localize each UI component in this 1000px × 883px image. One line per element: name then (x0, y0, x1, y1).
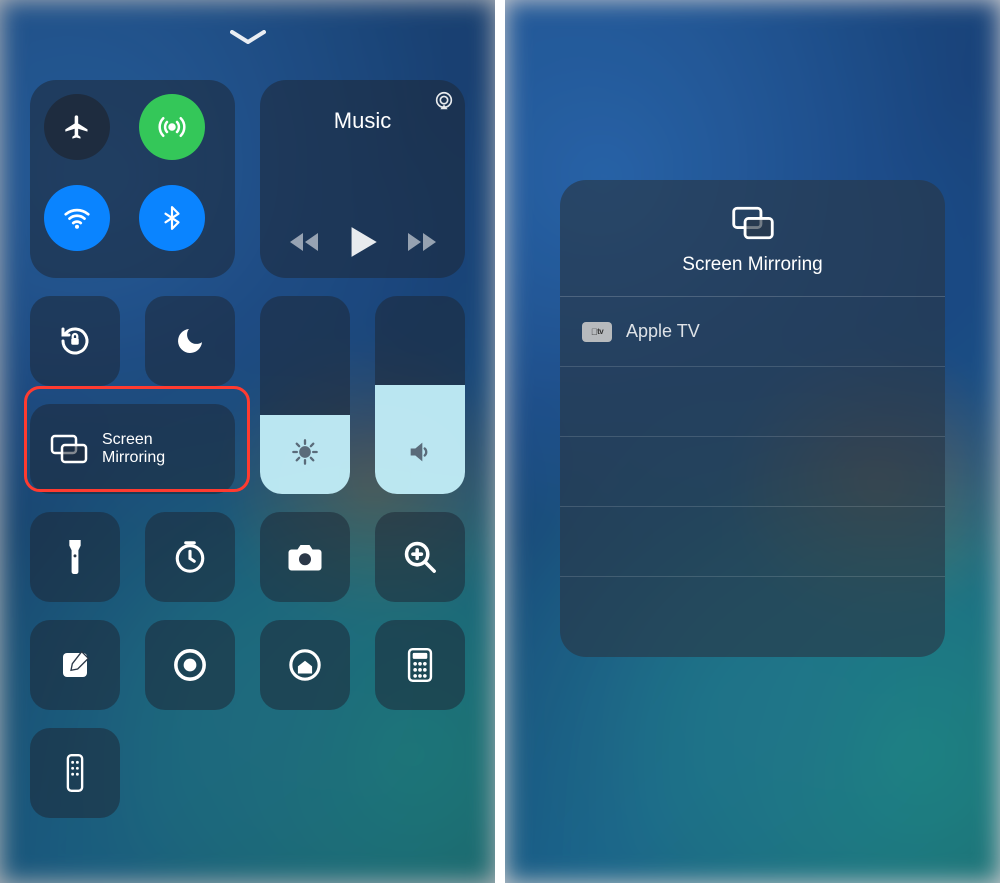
chevron-down-icon[interactable] (230, 30, 266, 46)
flashlight-icon (65, 540, 85, 574)
magnifier-button[interactable] (375, 512, 465, 602)
airplay-icon[interactable] (433, 90, 455, 112)
brightness-slider[interactable] (260, 296, 350, 494)
popup-title: Screen Mirroring (682, 254, 822, 276)
do-not-disturb-button[interactable] (145, 296, 235, 386)
connectivity-module[interactable] (30, 80, 235, 278)
play-button[interactable] (349, 226, 377, 258)
screen-mirroring-popup: Screen Mirroring tv Apple TV (560, 180, 945, 657)
do-not-disturb-icon (174, 325, 206, 357)
device-row-empty (560, 507, 945, 577)
bluetooth-button[interactable] (139, 185, 205, 251)
device-row-empty (560, 437, 945, 507)
forward-button[interactable] (407, 231, 437, 253)
camera-button[interactable] (260, 512, 350, 602)
device-name: Apple TV (626, 321, 700, 342)
home-button[interactable] (260, 620, 350, 710)
music-title: Music (334, 108, 391, 134)
screen-mirroring-popup-screenshot: Screen Mirroring tv Apple TV (505, 0, 1000, 883)
rewind-button[interactable] (289, 231, 319, 253)
screen-record-icon (173, 648, 207, 682)
calculator-button[interactable] (375, 620, 465, 710)
device-row-empty (560, 367, 945, 437)
music-module[interactable]: Music (260, 80, 465, 278)
wifi-icon (62, 203, 92, 233)
airplane-mode-button[interactable] (44, 94, 110, 160)
cellular-icon (157, 112, 187, 142)
rotation-lock-icon (57, 323, 93, 359)
magnifier-icon (403, 540, 437, 574)
screen-mirroring-label: Screen Mirroring (102, 431, 165, 468)
screen-record-button[interactable] (145, 620, 235, 710)
rotation-lock-button[interactable] (30, 296, 120, 386)
volume-slider[interactable] (375, 296, 465, 494)
apple-tv-badge: tv (582, 322, 612, 342)
home-icon (288, 648, 322, 682)
brightness-icon (291, 438, 319, 466)
bluetooth-icon (159, 205, 185, 231)
play-icon (349, 226, 377, 258)
device-row-apple-tv[interactable]: tv Apple TV (560, 297, 945, 367)
cellular-data-button[interactable] (139, 94, 205, 160)
forward-icon (407, 231, 437, 253)
control-center-screenshot: Music (0, 0, 495, 883)
notes-icon (59, 649, 91, 681)
airplane-icon (63, 113, 91, 141)
notes-button[interactable] (30, 620, 120, 710)
screen-mirroring-icon (50, 434, 88, 464)
screen-mirroring-icon (731, 206, 775, 240)
remote-icon (66, 754, 84, 792)
volume-icon (406, 438, 434, 466)
flashlight-button[interactable] (30, 512, 120, 602)
timer-icon (173, 540, 207, 574)
calculator-icon (407, 648, 433, 682)
device-row-empty (560, 577, 945, 647)
rewind-icon (289, 231, 319, 253)
timer-button[interactable] (145, 512, 235, 602)
wifi-button[interactable] (44, 185, 110, 251)
camera-icon (287, 542, 323, 572)
apple-tv-remote-button[interactable] (30, 728, 120, 818)
screen-mirroring-button[interactable]: Screen Mirroring (30, 404, 235, 494)
